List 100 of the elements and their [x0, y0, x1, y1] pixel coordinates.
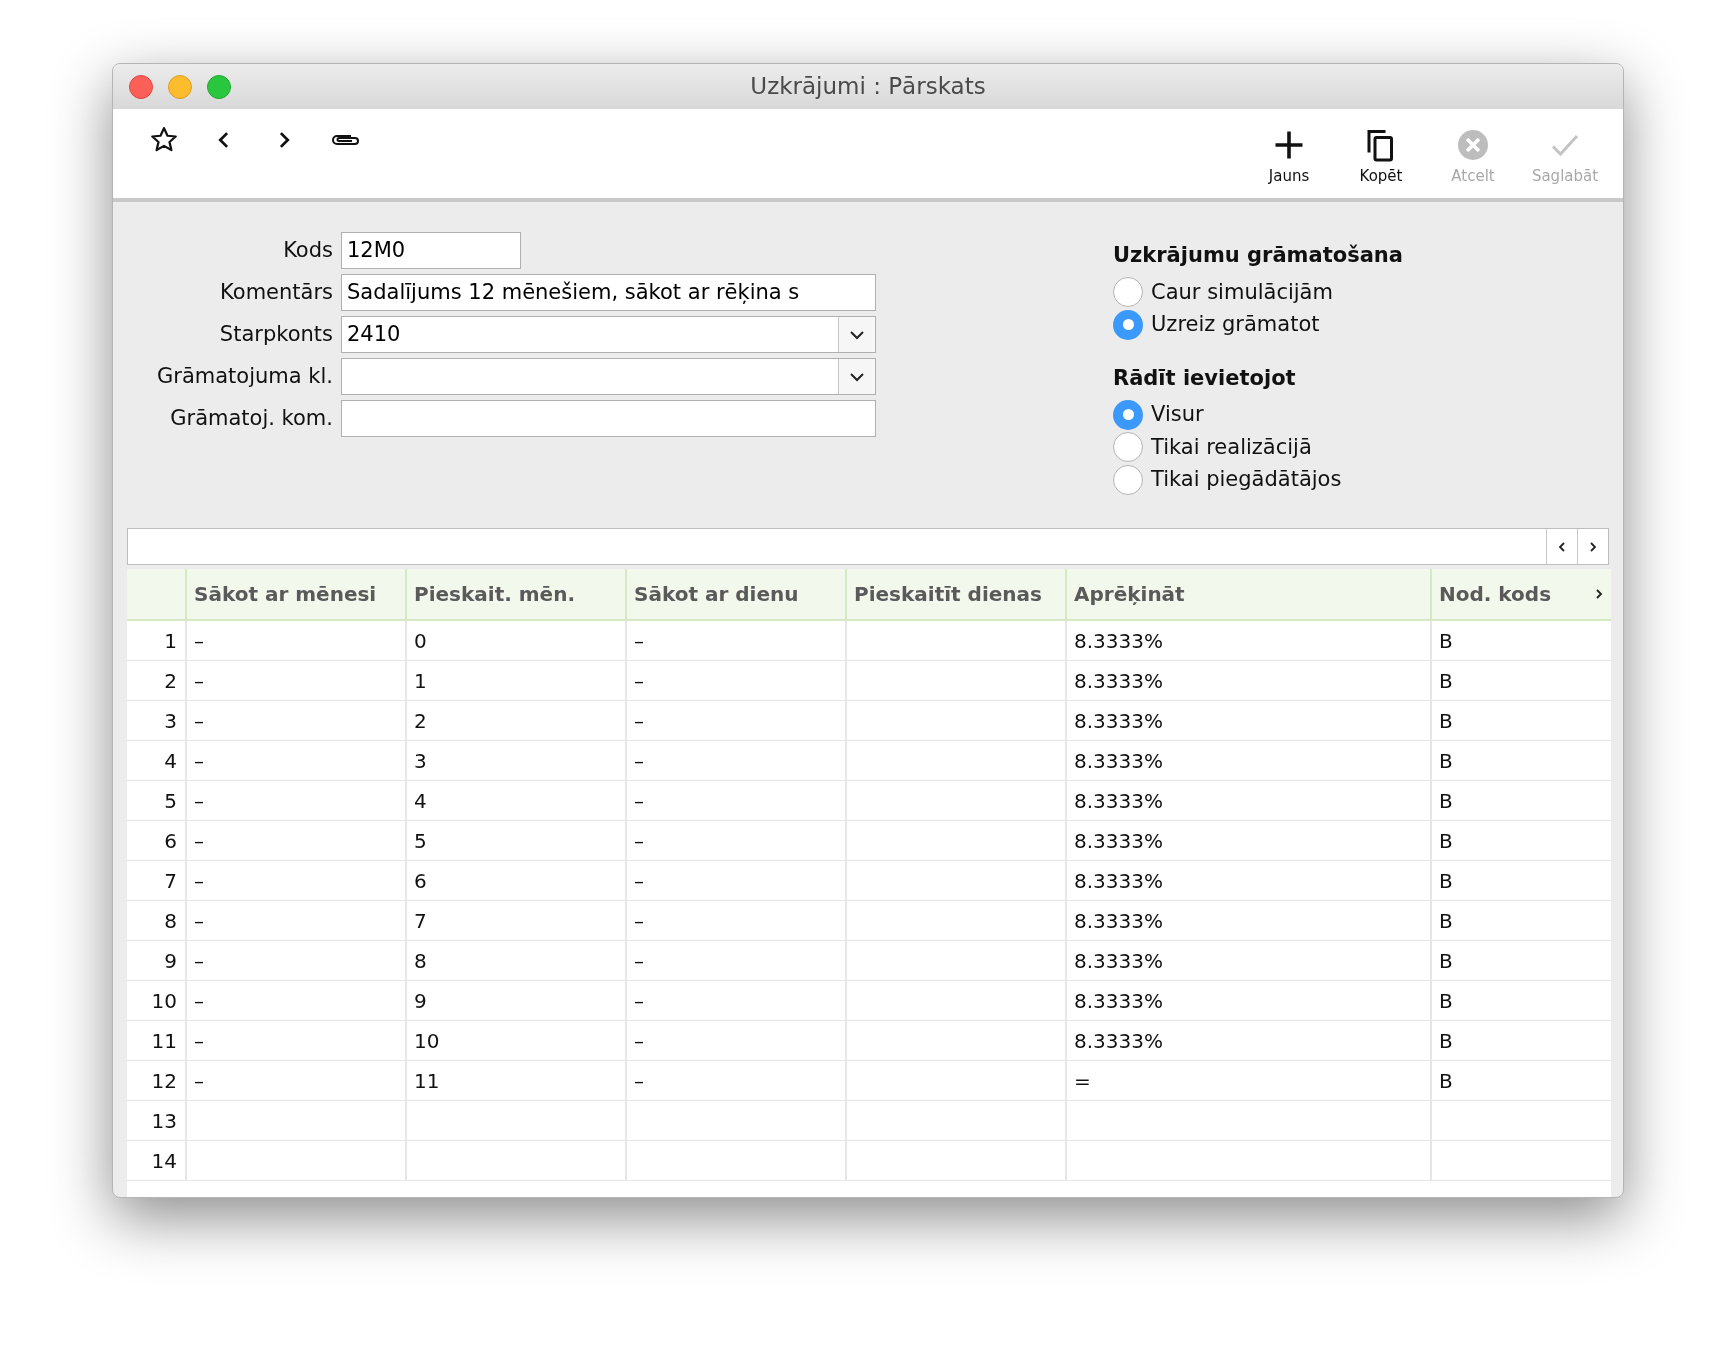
table-cell: 10 — [405, 1021, 625, 1060]
chevron-down-icon — [849, 329, 865, 340]
table-cell: 8.3333% — [1065, 621, 1430, 660]
close-button[interactable] — [129, 74, 153, 99]
table-cell: 8.3333% — [1065, 1021, 1430, 1060]
table-cell: B — [1430, 781, 1611, 820]
field-label: Grāmatoj. kom. — [169, 404, 333, 432]
radio-label: Caur simulācijām — [1151, 278, 1333, 306]
table-cell: 8.3333% — [1065, 901, 1430, 940]
input-field[interactable]: Sadalījums 12 mēnešiem, sākot ar rēķina s — [341, 274, 876, 311]
table-cell: – — [625, 661, 845, 700]
column-header[interactable]: Aprēķināt — [1065, 569, 1430, 619]
table-cell: 6 — [405, 861, 625, 900]
toolbar-button[interactable]: Kopēt — [1349, 127, 1413, 188]
table-cell: B — [1430, 861, 1611, 900]
table-cell: 2 — [405, 701, 625, 740]
table-cell: – — [185, 821, 405, 860]
table-cell: – — [185, 621, 405, 660]
table-cell: – — [625, 621, 845, 660]
table-cell: B — [1430, 661, 1611, 700]
field-label: Starpkonts — [218, 320, 333, 348]
radio-label: Tikai realizācijā — [1151, 433, 1312, 461]
table-cell: 8.3333% — [1065, 981, 1430, 1020]
table-cell: – — [185, 981, 405, 1020]
table-cell: – — [185, 661, 405, 700]
chevron-right-icon — [1594, 587, 1604, 601]
table-cell: B — [1430, 1061, 1611, 1100]
table-cell: 8.3333% — [1065, 661, 1430, 700]
field-label: Komentārs — [219, 278, 333, 306]
chevron-down-icon — [849, 371, 865, 382]
chevron-left-icon — [1556, 539, 1568, 554]
zoom-button[interactable] — [207, 74, 231, 99]
group-heading: Uzkrājumu grāmatošana — [1113, 242, 1404, 269]
table-cell: – — [625, 701, 845, 740]
column-header[interactable]: Pieskait. mēn. — [405, 569, 625, 619]
table-cell: 8.3333% — [1065, 741, 1430, 780]
table-cell: 8 — [405, 941, 625, 980]
toolbar-button[interactable]: Jauns — [1257, 127, 1321, 188]
radio-label: Visur — [1151, 401, 1204, 428]
table-cell: – — [185, 701, 405, 740]
radio-button[interactable] — [1113, 464, 1143, 495]
chevron-right-icon — [1587, 539, 1599, 554]
column-header[interactable]: Nod. kods — [1430, 569, 1611, 619]
table-cell: – — [625, 821, 845, 860]
table-cell: – — [625, 861, 845, 900]
radio-label: Tikai piegādātājos — [1151, 466, 1342, 493]
table-cell: – — [625, 1021, 845, 1060]
table-cell: – — [185, 941, 405, 980]
radio-label: Uzreiz grāmatot — [1151, 311, 1320, 338]
table-cell: – — [625, 1061, 845, 1100]
table-cell: B — [1430, 1021, 1611, 1060]
table-cell: 5 — [405, 821, 625, 860]
table-cell: B — [1430, 981, 1611, 1020]
table-cell: – — [625, 781, 845, 820]
table-cell: 1 — [405, 661, 625, 700]
column-header[interactable]: Pieskaitīt dienas — [845, 569, 1065, 619]
dropdown-field[interactable] — [341, 358, 876, 395]
input-field[interactable] — [341, 400, 876, 437]
table-cell: 0 — [405, 621, 625, 660]
table-cell: – — [185, 1061, 405, 1100]
table-cell: – — [185, 781, 405, 820]
column-header[interactable]: Sākot ar mēnesi — [185, 569, 405, 619]
table-cell: = — [1065, 1061, 1430, 1100]
table-cell: – — [185, 861, 405, 900]
table-cell: – — [625, 941, 845, 980]
table-cell: – — [625, 901, 845, 940]
table-cell: B — [1430, 821, 1611, 860]
radio-button[interactable] — [1113, 277, 1143, 308]
table-cell: 8.3333% — [1065, 821, 1430, 860]
table-cell: 7 — [405, 901, 625, 940]
radio-button[interactable] — [1113, 399, 1143, 430]
table-cell: – — [185, 1021, 405, 1060]
group-heading: Rādīt ievietojot — [1113, 364, 1297, 392]
table-cell: 8.3333% — [1065, 701, 1430, 740]
table-cell: – — [185, 741, 405, 780]
field-label: Grāmatojuma kl. — [156, 362, 333, 390]
table-cell: 3 — [405, 741, 625, 780]
table-cell: 11 — [405, 1061, 625, 1100]
header-corner — [127, 569, 185, 619]
table-cell: – — [625, 741, 845, 780]
table-cell: B — [1430, 941, 1611, 980]
table-cell: B — [1430, 621, 1611, 660]
table-cell: 8.3333% — [1065, 941, 1430, 980]
table-cell: B — [1430, 741, 1611, 780]
minimize-button[interactable] — [168, 74, 192, 99]
table-cell: – — [625, 981, 845, 1020]
table-cell: – — [185, 901, 405, 940]
table-cell: 8.3333% — [1065, 861, 1430, 900]
table-cell: 4 — [405, 781, 625, 820]
table-cell: B — [1430, 701, 1611, 740]
radio-button[interactable] — [1113, 309, 1143, 340]
radio-button[interactable] — [1113, 432, 1143, 463]
window-title: Uzkrājumi : Pārskats — [750, 72, 986, 102]
table-cell: 8.3333% — [1065, 781, 1430, 820]
input-field[interactable]: 12M0 — [341, 232, 521, 269]
table-cell: 9 — [405, 981, 625, 1020]
field-label: Kods — [282, 236, 333, 264]
dropdown-field[interactable]: 2410 — [341, 316, 876, 353]
close-circle-icon — [1455, 127, 1491, 163]
column-header[interactable]: Sākot ar dienu — [625, 569, 845, 619]
